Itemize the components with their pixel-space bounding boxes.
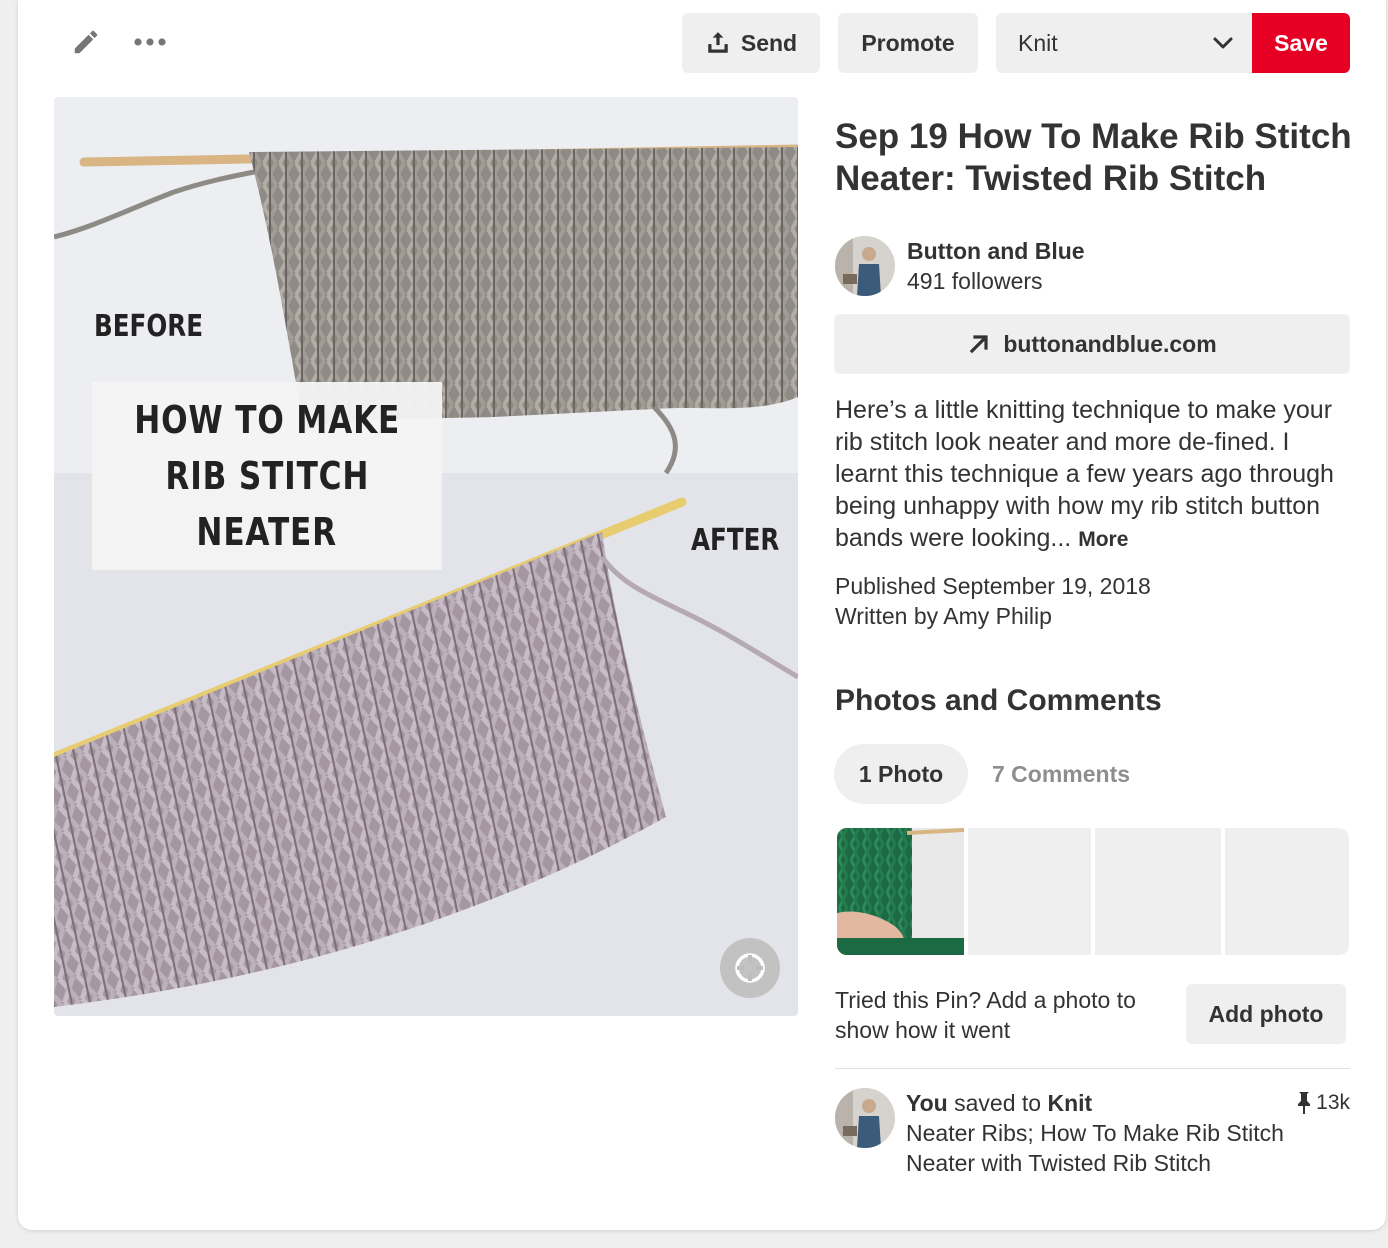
tab-photos[interactable]: 1 Photo: [834, 744, 968, 804]
author-avatar[interactable]: [835, 236, 895, 296]
pin-description: Here’s a little knitting technique to ma…: [835, 394, 1345, 556]
promote-button[interactable]: Promote: [838, 13, 978, 73]
tab-comments[interactable]: 7 Comments: [992, 744, 1130, 804]
author-followers: 491 followers: [907, 268, 1043, 294]
edit-pencil-button[interactable]: [68, 24, 104, 60]
before-label: BEFORE: [94, 309, 204, 344]
visual-search-button[interactable]: [720, 938, 780, 998]
more-options-button[interactable]: [128, 24, 172, 60]
photo-thumbnail-placeholder: [968, 828, 1091, 955]
published-date: Published September 19, 2018: [835, 573, 1151, 599]
pin-count-value: 13k: [1316, 1091, 1350, 1114]
pin-image[interactable]: BEFORE AFTER HOW TO MAKE RIB STITCH NEAT…: [54, 97, 798, 1016]
overlay-line-2: RIB STITCH: [165, 454, 369, 498]
pin-closeup-card: Send Promote Knit Save BEFORE AFTER HOW …: [18, 0, 1386, 1230]
source-link-label: buttonandblue.com: [1003, 330, 1217, 357]
photo-thumbnail[interactable]: [837, 828, 964, 955]
add-photo-button[interactable]: Add photo: [1186, 984, 1346, 1044]
written-by: Written by Amy Philip: [835, 603, 1052, 629]
share-upload-icon: [708, 32, 728, 53]
photo-thumbnail-placeholder: [1225, 828, 1349, 955]
source-link-button[interactable]: buttonandblue.com: [834, 314, 1350, 374]
pin-meta: Published September 19, 2018 Written by …: [835, 571, 1151, 631]
saved-text: You saved to Knit Neater Ribs; How To Ma…: [906, 1088, 1306, 1178]
author-row[interactable]: Button and Blue 491 followers: [835, 236, 1085, 296]
chevron-down-icon: [1213, 37, 1233, 49]
avatar-photo: [835, 1088, 895, 1148]
photos-comments-title: Photos and Comments: [835, 684, 1162, 717]
tried-pin-prompt: Tried this Pin? Add a photo to show how …: [835, 987, 1136, 1043]
pencil-icon: [74, 30, 98, 54]
ellipsis-icon: [134, 38, 166, 46]
user-avatar[interactable]: [835, 1088, 895, 1148]
lens-scan-icon: [735, 953, 765, 983]
overlay-line-3: NEATER: [196, 510, 338, 554]
after-label: AFTER: [691, 523, 780, 558]
photo-thumbnail-placeholder: [1095, 828, 1221, 955]
more-link[interactable]: More: [1078, 528, 1128, 551]
saved-board-link[interactable]: Knit: [1047, 1090, 1092, 1116]
divider: [835, 1068, 1350, 1069]
saved-user[interactable]: You: [906, 1090, 948, 1116]
pin-count: 13k: [1296, 1088, 1350, 1118]
arrow-up-right-icon: [970, 335, 988, 354]
saved-to-text: saved to: [954, 1090, 1042, 1116]
board-select[interactable]: Knit: [996, 13, 1252, 73]
image-title-overlay: HOW TO MAKE RIB STITCH NEATER: [92, 382, 442, 570]
pin-title: Sep 19 How To Make Rib Stitch Neater: Tw…: [835, 117, 1352, 198]
overlay-line-1: HOW TO MAKE: [134, 398, 400, 442]
save-label: Save: [1274, 29, 1328, 56]
board-select-value: Knit: [1018, 29, 1058, 56]
author-text: Button and Blue 491 followers: [907, 236, 1085, 296]
author-name[interactable]: Button and Blue: [907, 236, 1085, 266]
avatar-photo: [835, 236, 895, 296]
send-button[interactable]: Send: [682, 13, 820, 73]
pushpin-icon: [1298, 1092, 1311, 1114]
saved-line: You saved to Knit: [906, 1088, 1306, 1118]
green-knit-photo: [837, 828, 964, 955]
saved-note: Neater Ribs; How To Make Rib Stitch Neat…: [906, 1120, 1284, 1176]
photo-thumbnails: [837, 828, 1350, 955]
save-button[interactable]: Save: [1252, 13, 1350, 73]
send-label: Send: [740, 29, 798, 56]
promote-label: Promote: [861, 29, 955, 56]
